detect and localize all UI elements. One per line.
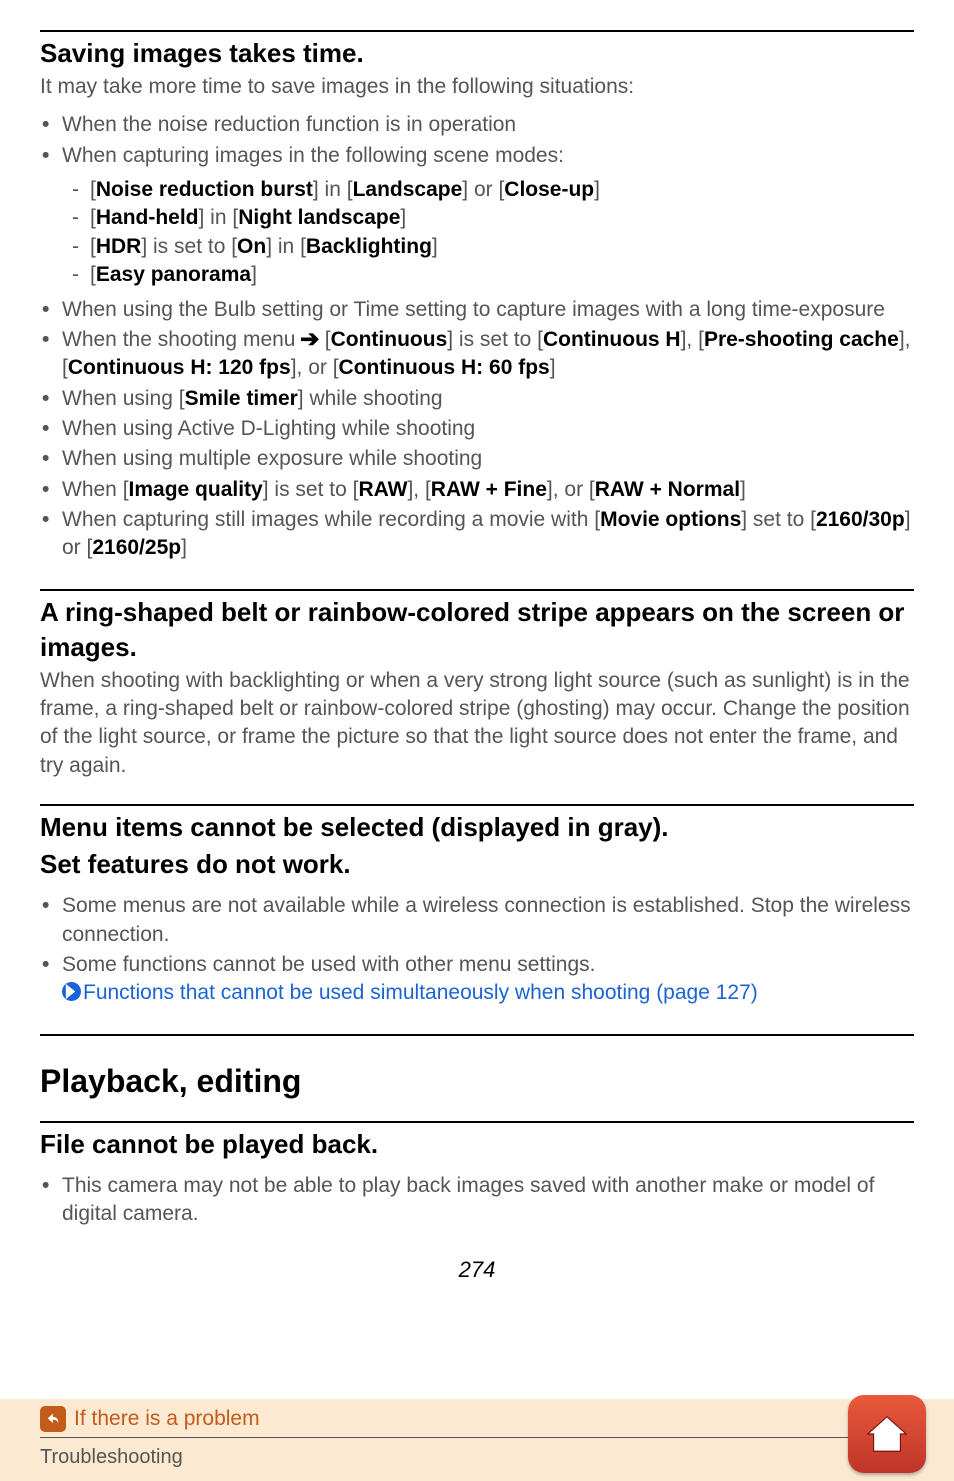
page-number: 274 — [40, 1255, 914, 1285]
list-item: When using the Bulb setting or Time sett… — [62, 296, 914, 326]
list-item: This camera may not be able to play back… — [62, 1172, 914, 1231]
list-item: [Hand-held] in [Night landscape] — [90, 204, 914, 232]
page-footer: If there is a problem Troubleshooting — [0, 1399, 954, 1481]
divider — [40, 1121, 914, 1123]
list-item: [Easy panorama] — [90, 261, 914, 289]
list-item: Some functions cannot be used with other… — [62, 951, 914, 1010]
list-item: When capturing images in the following s… — [62, 142, 914, 296]
link-arrow-icon — [62, 982, 81, 1001]
section-intro: It may take more time to save images in … — [40, 73, 914, 101]
major-heading: Playback, editing — [40, 1060, 914, 1103]
arrow-icon: ➔ — [300, 324, 319, 355]
divider — [40, 589, 914, 591]
section-heading: Set features do not work. — [40, 847, 914, 882]
cross-reference-link[interactable]: Functions that cannot be used simultaneo… — [62, 981, 758, 1004]
bullet-list: Some menus are not available while a wir… — [40, 892, 914, 1009]
list-item: When using multiple exposure while shoot… — [62, 445, 914, 475]
footer-section-link[interactable]: If there is a problem — [74, 1405, 260, 1433]
list-item: [Noise reduction burst] in [Landscape] o… — [90, 176, 914, 204]
divider — [40, 1034, 914, 1036]
section-menu-items: Menu items cannot be selected (displayed… — [40, 804, 914, 1010]
section-file-playback: File cannot be played back. This camera … — [40, 1121, 914, 1231]
home-icon — [864, 1411, 910, 1457]
list-item: Some menus are not available while a wir… — [62, 892, 914, 951]
list-item: When the noise reduction function is in … — [62, 111, 914, 141]
list-item: When [Image quality] is set to [RAW], [R… — [62, 476, 914, 506]
list-item: [HDR] is set to [On] in [Backlighting] — [90, 233, 914, 261]
list-item: When using Active D-Lighting while shoot… — [62, 415, 914, 445]
bullet-list: This camera may not be able to play back… — [40, 1172, 914, 1231]
divider — [40, 804, 914, 806]
list-item: When capturing still images while record… — [62, 506, 914, 565]
home-button[interactable] — [848, 1395, 926, 1473]
section-saving-images: Saving images takes time. It may take mo… — [40, 30, 914, 565]
back-icon[interactable] — [40, 1406, 66, 1432]
divider — [40, 30, 914, 32]
section-body: When shooting with backlighting or when … — [40, 667, 914, 780]
sub-list: [Noise reduction burst] in [Landscape] o… — [62, 176, 914, 289]
section-heading: File cannot be played back. — [40, 1127, 914, 1162]
list-item: When the shooting menu ➔ [Continuous] is… — [62, 326, 914, 385]
section-heading: Saving images takes time. — [40, 36, 914, 71]
list-item: When using [Smile timer] while shooting — [62, 385, 914, 415]
bullet-list: When the noise reduction function is in … — [40, 111, 914, 564]
breadcrumb: Troubleshooting — [0, 1442, 954, 1481]
section-ring-stripe: A ring-shaped belt or rainbow-colored st… — [40, 589, 914, 781]
section-heading: A ring-shaped belt or rainbow-colored st… — [40, 595, 914, 665]
section-heading: Menu items cannot be selected (displayed… — [40, 810, 914, 845]
